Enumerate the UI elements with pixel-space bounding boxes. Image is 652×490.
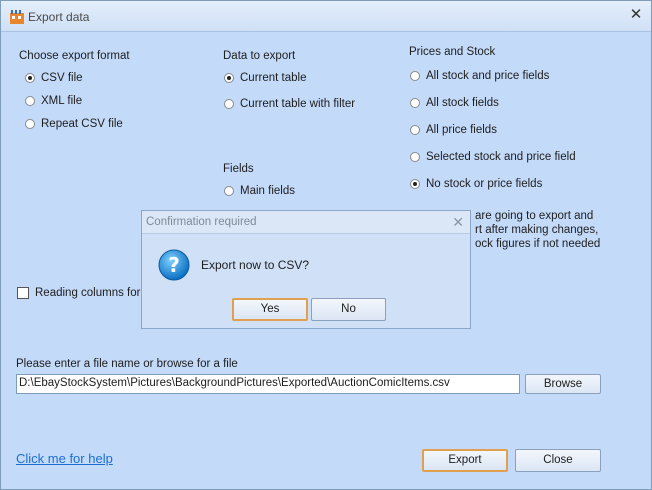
radio-selected-stock-price[interactable] <box>410 152 420 162</box>
prices-note-line-1: are going to export and <box>475 210 594 222</box>
radio-all-price-label[interactable]: All price fields <box>426 124 497 136</box>
radio-selected-stock-price-label[interactable]: Selected stock and price field <box>426 151 576 163</box>
radio-current-table-filter-label[interactable]: Current table with filter <box>240 98 355 110</box>
confirmation-dialog: Confirmation required ✕ ? Export now to … <box>141 210 471 329</box>
close-icon[interactable]: ✕ <box>629 7 643 22</box>
window-title: Export data <box>28 10 90 24</box>
radio-all-stock-price[interactable] <box>410 71 420 81</box>
radio-all-stock[interactable] <box>410 98 420 108</box>
radio-no-stock-price-label[interactable]: No stock or price fields <box>426 178 542 190</box>
radio-current-table-label[interactable]: Current table <box>240 72 306 84</box>
radio-main-fields-label[interactable]: Main fields <box>240 185 295 197</box>
radio-repeat-csv-file[interactable] <box>25 119 35 129</box>
dialog-close-icon[interactable]: ✕ <box>452 214 464 231</box>
radio-current-table[interactable] <box>224 73 234 83</box>
app-icon <box>10 10 24 24</box>
help-link[interactable]: Click me for help <box>16 451 113 466</box>
no-button[interactable]: No <box>311 298 386 321</box>
question-icon: ? <box>158 249 190 281</box>
radio-current-table-filter[interactable] <box>224 99 234 109</box>
export-data-window: Export data ✕ Choose export format CSV f… <box>0 0 652 490</box>
radio-all-stock-label[interactable]: All stock fields <box>426 97 499 109</box>
browse-button[interactable]: Browse <box>525 374 601 394</box>
radio-csv-file[interactable] <box>25 73 35 83</box>
fields-heading: Fields <box>223 163 254 175</box>
prices-stock-heading: Prices and Stock <box>409 46 496 58</box>
close-button[interactable]: Close <box>515 449 601 472</box>
dialog-title: Confirmation required <box>146 216 257 228</box>
prices-note-line-2: rt after making changes, <box>475 224 599 236</box>
yes-button[interactable]: Yes <box>232 298 308 321</box>
radio-csv-file-label[interactable]: CSV file <box>41 72 83 84</box>
title-bar: Export data ✕ <box>1 1 651 32</box>
radio-repeat-csv-file-label[interactable]: Repeat CSV file <box>41 118 123 130</box>
export-button[interactable]: Export <box>422 449 508 472</box>
reading-columns-label[interactable]: Reading columns for <box>35 287 140 299</box>
radio-xml-file[interactable] <box>25 96 35 106</box>
radio-no-stock-price[interactable] <box>410 179 420 189</box>
dialog-message: Export now to CSV? <box>201 258 310 272</box>
data-to-export-heading: Data to export <box>223 50 296 62</box>
radio-all-stock-price-label[interactable]: All stock and price fields <box>426 70 549 82</box>
dialog-title-bar: Confirmation required ✕ <box>142 211 470 234</box>
file-name-label: Please enter a file name or browse for a… <box>16 358 238 370</box>
radio-main-fields[interactable] <box>224 186 234 196</box>
export-format-heading: Choose export format <box>19 50 130 62</box>
radio-xml-file-label[interactable]: XML file <box>41 95 82 107</box>
reading-columns-checkbox[interactable] <box>17 287 29 299</box>
radio-all-price[interactable] <box>410 125 420 135</box>
file-path-input[interactable]: D:\EbayStockSystem\Pictures\BackgroundPi… <box>16 374 520 394</box>
prices-note-line-3: ock figures if not needed <box>475 238 601 250</box>
svg-text:?: ? <box>168 253 180 277</box>
